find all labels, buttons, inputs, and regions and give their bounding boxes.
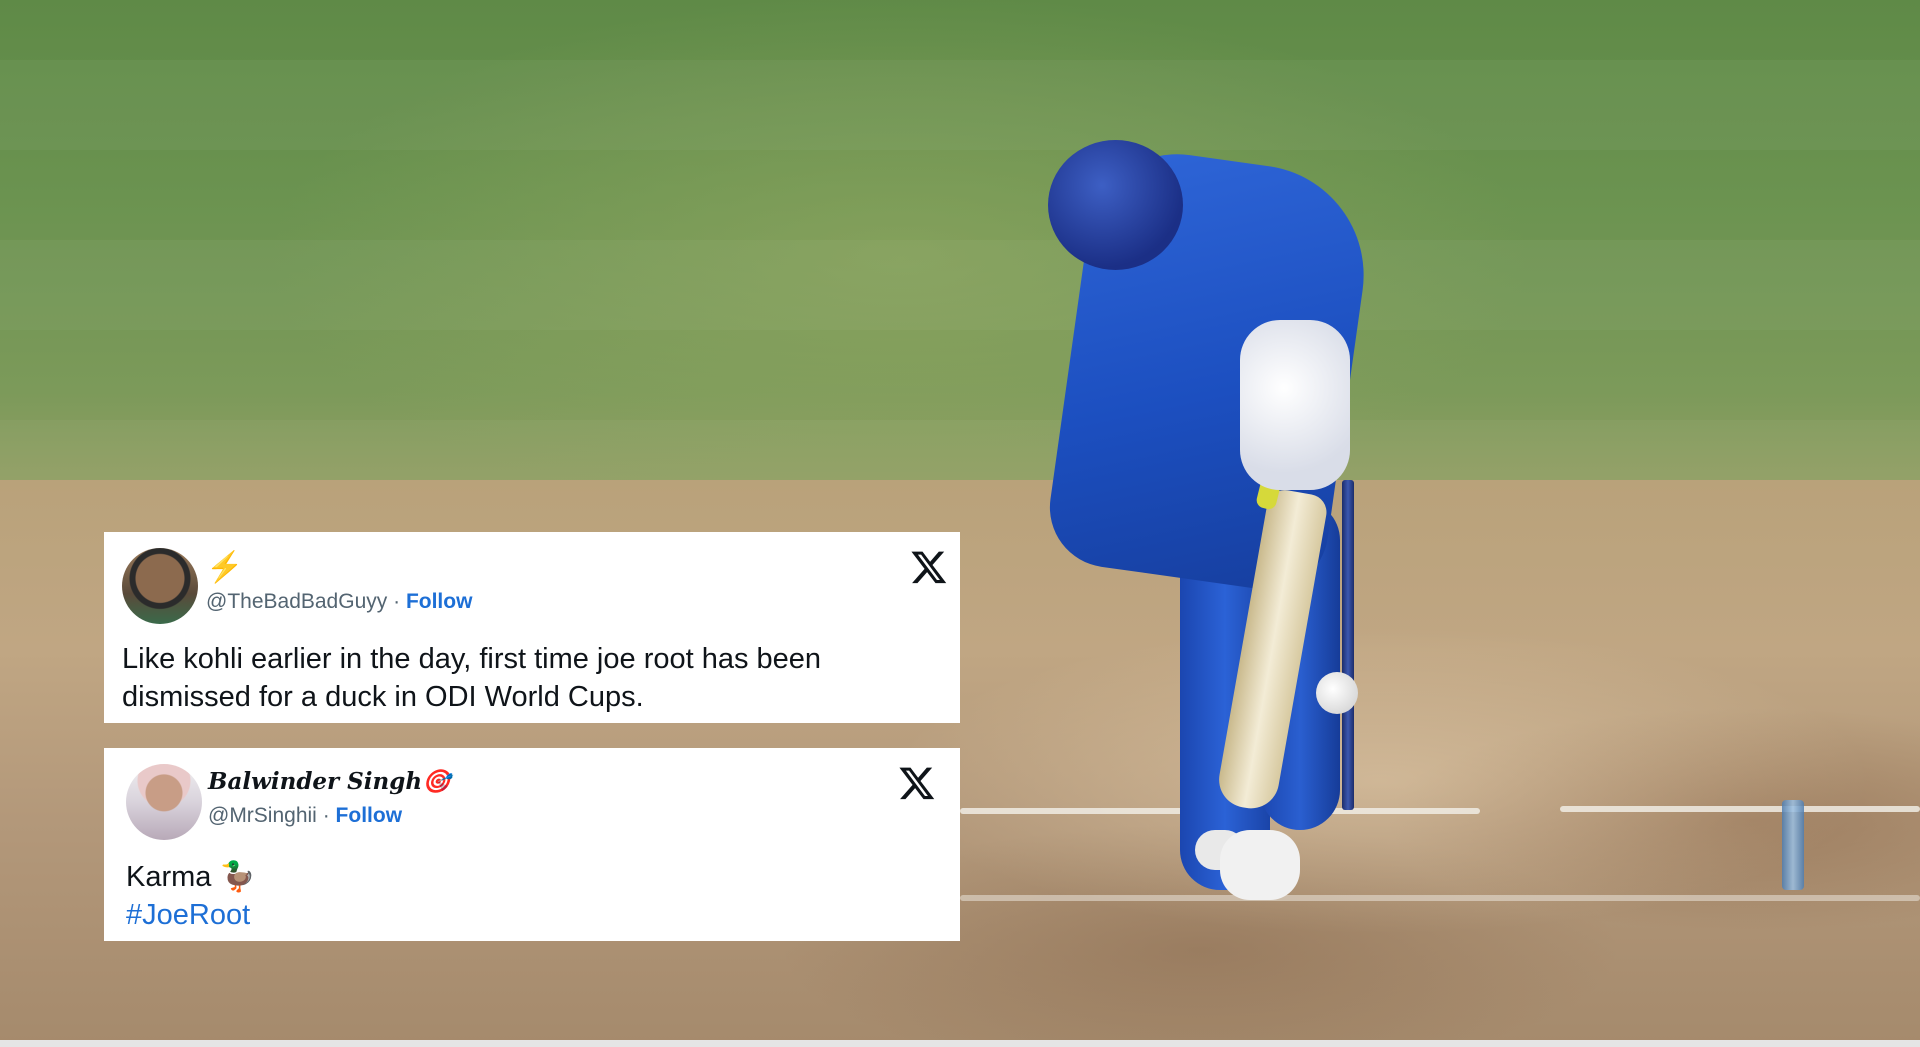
display-name[interactable]: Balwinder Singh🎯: [208, 768, 451, 795]
x-logo-icon[interactable]: [910, 548, 948, 586]
lightning-emoji[interactable]: ⚡: [206, 550, 243, 585]
cricket-ball: [1316, 672, 1358, 714]
avatar[interactable]: [126, 764, 202, 840]
bottom-border: [0, 1040, 1920, 1047]
tweet-card[interactable]: ⚡ @TheBadBadGuyy · Follow Like kohli ear…: [104, 532, 960, 723]
hashtag-link[interactable]: #JoeRoot: [126, 896, 926, 934]
user-handle[interactable]: @MrSinghii: [208, 804, 317, 827]
grass-stripe: [0, 60, 1920, 150]
x-logo-icon[interactable]: [898, 764, 936, 802]
grass-stripe: [0, 240, 1920, 330]
batter-shoe: [1220, 830, 1300, 900]
avatar[interactable]: [122, 548, 198, 624]
batter-helmet: [1048, 140, 1183, 270]
tweet-text-line: Karma 🦆: [126, 861, 256, 893]
follow-button[interactable]: Follow: [406, 590, 473, 613]
user-handle[interactable]: @TheBadBadGuyy: [206, 590, 387, 613]
tweet-meta: @MrSinghii · Follow: [208, 804, 402, 828]
tweet-text-line: dismissed for a duck in ODI World Cups.: [122, 681, 644, 713]
tweet-card[interactable]: Balwinder Singh🎯 @MrSinghii · Follow Kar…: [104, 748, 960, 941]
follow-button[interactable]: Follow: [336, 804, 403, 827]
far-stump: [1782, 800, 1804, 890]
separator-dot: ·: [393, 590, 401, 613]
tweet-text: Like kohli earlier in the day, first tim…: [122, 640, 942, 716]
stumps: [1342, 480, 1354, 810]
tweet-meta: @TheBadBadGuyy · Follow: [206, 590, 472, 614]
tweet-text: Karma 🦆 #JoeRoot: [126, 858, 926, 934]
separator-dot: ·: [322, 804, 330, 827]
tweet-text-line: Like kohli earlier in the day, first tim…: [122, 643, 822, 675]
popping-crease-far: [1560, 806, 1920, 812]
batting-gloves: [1240, 320, 1350, 490]
